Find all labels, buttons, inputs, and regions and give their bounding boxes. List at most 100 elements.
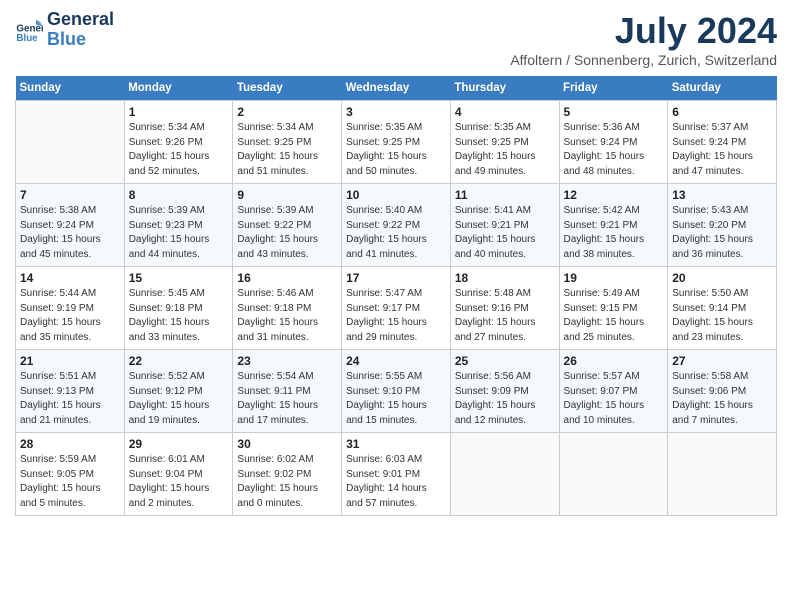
day-cell: 10 Sunrise: 5:40 AM Sunset: 9:22 PM Dayli… (342, 184, 451, 267)
day-info: Sunrise: 5:35 AM Sunset: 9:25 PM Dayligh… (455, 121, 555, 179)
day-info: Sunrise: 5:52 AM Sunset: 9:12 PM Dayligh… (129, 370, 229, 428)
day-cell: 23 Sunrise: 5:54 AM Sunset: 9:11 PM Dayli… (233, 350, 342, 433)
day-info: Sunrise: 5:41 AM Sunset: 9:21 PM Dayligh… (455, 204, 555, 262)
day-number: 26 (564, 354, 664, 368)
calendar-header-row: SundayMondayTuesdayWednesdayThursdayFrid… (16, 76, 777, 101)
header-friday: Friday (559, 76, 668, 101)
day-info: Sunrise: 5:46 AM Sunset: 9:18 PM Dayligh… (237, 287, 337, 345)
day-number: 13 (672, 188, 772, 202)
header-monday: Monday (124, 76, 233, 101)
day-info: Sunrise: 5:59 AM Sunset: 9:05 PM Dayligh… (20, 453, 120, 511)
day-info: Sunrise: 5:51 AM Sunset: 9:13 PM Dayligh… (20, 370, 120, 428)
day-number: 5 (564, 105, 664, 119)
day-cell: 11 Sunrise: 5:41 AM Sunset: 9:21 PM Dayli… (450, 184, 559, 267)
day-info: Sunrise: 5:45 AM Sunset: 9:18 PM Dayligh… (129, 287, 229, 345)
day-cell: 24 Sunrise: 5:55 AM Sunset: 9:10 PM Dayli… (342, 350, 451, 433)
header-thursday: Thursday (450, 76, 559, 101)
day-info: Sunrise: 5:34 AM Sunset: 9:25 PM Dayligh… (237, 121, 337, 179)
day-info: Sunrise: 5:55 AM Sunset: 9:10 PM Dayligh… (346, 370, 446, 428)
day-cell: 18Sunrise: 5:48 AM Sunset: 9:16 PM Dayli… (450, 267, 559, 350)
day-number: 14 (20, 271, 120, 285)
page-header: General Blue General Blue July 2024 Affo… (15, 10, 777, 68)
day-cell: 8 Sunrise: 5:39 AM Sunset: 9:23 PM Daylig… (124, 184, 233, 267)
logo: General Blue General Blue (15, 10, 114, 50)
day-number: 1 (129, 105, 229, 119)
day-number: 22 (129, 354, 229, 368)
day-info: Sunrise: 5:47 AM Sunset: 9:17 PM Dayligh… (346, 287, 446, 345)
logo-blue: Blue (47, 30, 114, 50)
day-cell: 27Sunrise: 5:58 AM Sunset: 9:06 PM Dayli… (668, 350, 777, 433)
header-saturday: Saturday (668, 76, 777, 101)
week-row-1: 1 Sunrise: 5:34 AM Sunset: 9:26 PM Daylig… (16, 101, 777, 184)
day-number: 20 (672, 271, 772, 285)
title-block: July 2024 Affoltern / Sonnenberg, Zurich… (510, 10, 777, 68)
header-sunday: Sunday (16, 76, 125, 101)
day-info: Sunrise: 6:01 AM Sunset: 9:04 PM Dayligh… (129, 453, 229, 511)
page-subtitle: Affoltern / Sonnenberg, Zurich, Switzerl… (510, 52, 777, 68)
day-info: Sunrise: 5:38 AM Sunset: 9:24 PM Dayligh… (20, 204, 120, 262)
day-info: Sunrise: 5:39 AM Sunset: 9:23 PM Dayligh… (129, 204, 229, 262)
day-cell: 28Sunrise: 5:59 AM Sunset: 9:05 PM Dayli… (16, 433, 125, 516)
day-number: 3 (346, 105, 446, 119)
day-cell: 3 Sunrise: 5:35 AM Sunset: 9:25 PM Daylig… (342, 101, 451, 184)
day-cell: 17 Sunrise: 5:47 AM Sunset: 9:17 PM Dayli… (342, 267, 451, 350)
day-info: Sunrise: 5:40 AM Sunset: 9:22 PM Dayligh… (346, 204, 446, 262)
day-cell (450, 433, 559, 516)
day-number: 8 (129, 188, 229, 202)
calendar-table: SundayMondayTuesdayWednesdayThursdayFrid… (15, 76, 777, 516)
day-info: Sunrise: 5:35 AM Sunset: 9:25 PM Dayligh… (346, 121, 446, 179)
day-number: 18 (455, 271, 555, 285)
week-row-3: 14 Sunrise: 5:44 AM Sunset: 9:19 PM Dayli… (16, 267, 777, 350)
day-number: 23 (237, 354, 337, 368)
day-number: 15 (129, 271, 229, 285)
day-number: 24 (346, 354, 446, 368)
day-number: 21 (20, 354, 120, 368)
day-cell: 2 Sunrise: 5:34 AM Sunset: 9:25 PM Daylig… (233, 101, 342, 184)
day-cell: 9 Sunrise: 5:39 AM Sunset: 9:22 PM Daylig… (233, 184, 342, 267)
day-number: 16 (237, 271, 337, 285)
day-number: 31 (346, 437, 446, 451)
day-cell: 22 Sunrise: 5:52 AM Sunset: 9:12 PM Dayli… (124, 350, 233, 433)
day-number: 9 (237, 188, 337, 202)
page-title: July 2024 (510, 10, 777, 52)
day-cell: 12Sunrise: 5:42 AM Sunset: 9:21 PM Dayli… (559, 184, 668, 267)
day-cell: 16 Sunrise: 5:46 AM Sunset: 9:18 PM Dayli… (233, 267, 342, 350)
day-number: 29 (129, 437, 229, 451)
day-cell: 20Sunrise: 5:50 AM Sunset: 9:14 PM Dayli… (668, 267, 777, 350)
day-cell: 1 Sunrise: 5:34 AM Sunset: 9:26 PM Daylig… (124, 101, 233, 184)
day-cell (668, 433, 777, 516)
day-info: Sunrise: 5:56 AM Sunset: 9:09 PM Dayligh… (455, 370, 555, 428)
day-number: 27 (672, 354, 772, 368)
day-info: Sunrise: 5:57 AM Sunset: 9:07 PM Dayligh… (564, 370, 664, 428)
day-number: 10 (346, 188, 446, 202)
day-info: Sunrise: 5:36 AM Sunset: 9:24 PM Dayligh… (564, 121, 664, 179)
day-info: Sunrise: 5:39 AM Sunset: 9:22 PM Dayligh… (237, 204, 337, 262)
day-info: Sunrise: 5:43 AM Sunset: 9:20 PM Dayligh… (672, 204, 772, 262)
header-wednesday: Wednesday (342, 76, 451, 101)
day-cell: 26 Sunrise: 5:57 AM Sunset: 9:07 PM Dayli… (559, 350, 668, 433)
day-number: 2 (237, 105, 337, 119)
day-number: 19 (564, 271, 664, 285)
logo-general: General (47, 10, 114, 30)
day-cell: 29 Sunrise: 6:01 AM Sunset: 9:04 PM Dayli… (124, 433, 233, 516)
day-cell: 13 Sunrise: 5:43 AM Sunset: 9:20 PM Dayli… (668, 184, 777, 267)
svg-text:Blue: Blue (16, 33, 38, 44)
day-number: 30 (237, 437, 337, 451)
header-tuesday: Tuesday (233, 76, 342, 101)
day-cell: 6 Sunrise: 5:37 AM Sunset: 9:24 PM Daylig… (668, 101, 777, 184)
day-info: Sunrise: 5:42 AM Sunset: 9:21 PM Dayligh… (564, 204, 664, 262)
day-number: 17 (346, 271, 446, 285)
day-info: Sunrise: 5:54 AM Sunset: 9:11 PM Dayligh… (237, 370, 337, 428)
day-info: Sunrise: 5:37 AM Sunset: 9:24 PM Dayligh… (672, 121, 772, 179)
day-cell: 4Sunrise: 5:35 AM Sunset: 9:25 PM Daylig… (450, 101, 559, 184)
day-info: Sunrise: 5:34 AM Sunset: 9:26 PM Dayligh… (129, 121, 229, 179)
day-number: 7 (20, 188, 120, 202)
day-number: 11 (455, 188, 555, 202)
day-number: 25 (455, 354, 555, 368)
day-cell (16, 101, 125, 184)
day-cell: 25 Sunrise: 5:56 AM Sunset: 9:09 PM Dayli… (450, 350, 559, 433)
week-row-2: 7 Sunrise: 5:38 AM Sunset: 9:24 PM Daylig… (16, 184, 777, 267)
day-info: Sunrise: 5:44 AM Sunset: 9:19 PM Dayligh… (20, 287, 120, 345)
day-number: 6 (672, 105, 772, 119)
day-cell: 30Sunrise: 6:02 AM Sunset: 9:02 PM Dayli… (233, 433, 342, 516)
